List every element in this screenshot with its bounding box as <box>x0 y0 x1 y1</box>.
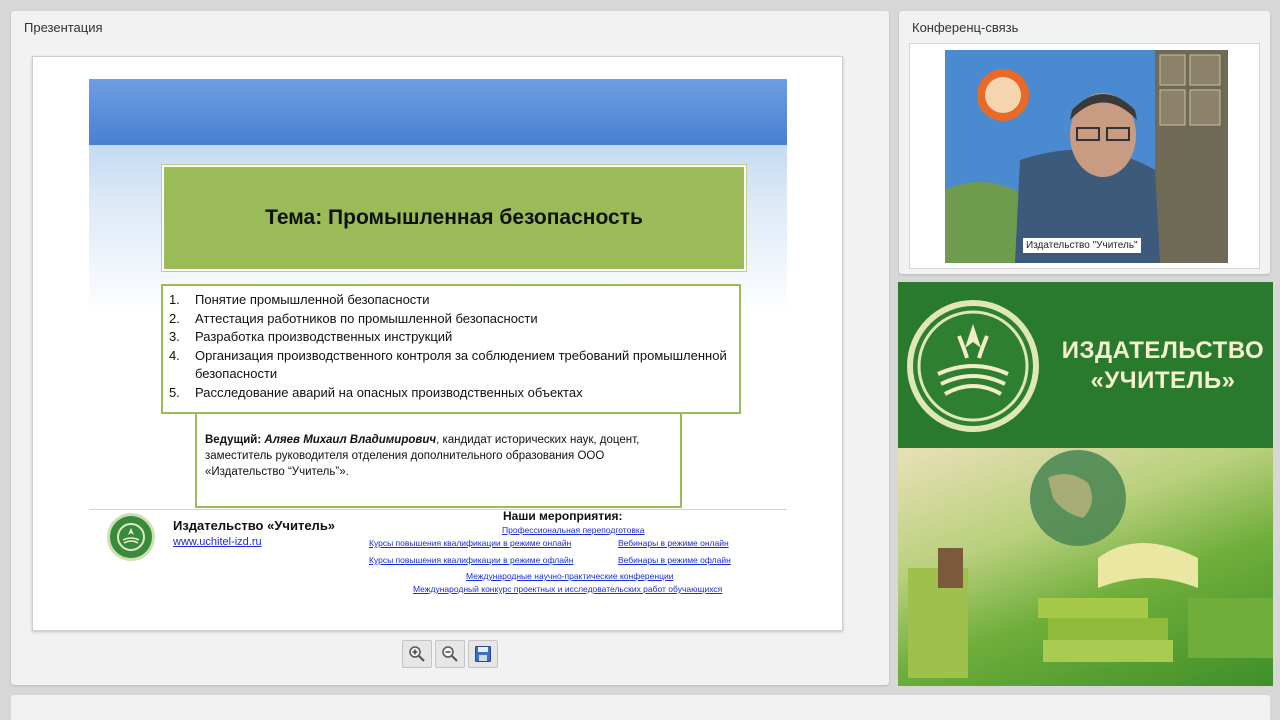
event-link-webinars-online[interactable]: Вебинары в режиме онлайн <box>618 538 729 548</box>
zoom-in-button[interactable] <box>402 640 432 668</box>
zoom-out-icon <box>442 646 458 662</box>
slide-topics-box: 1. Понятие промышленной безопасности 2. Ат… <box>161 284 741 414</box>
promo-header: ИЗДАТЕЛЬСТВО «УЧИТЕЛЬ» <box>898 282 1273 448</box>
zoom-in-icon <box>409 646 425 662</box>
presenter-video-image <box>945 50 1228 263</box>
presentation-slide: Тема: Промышленная безопасность 1. Поняти… <box>32 56 843 631</box>
promo-title: ИЗДАТЕЛЬСТВО «УЧИТЕЛЬ» <box>1061 337 1265 394</box>
topic-item: 5. Расследование аварий на опасных произв… <box>169 384 583 400</box>
topic-item: 1. Понятие промышленной безопасности <box>169 292 430 307</box>
promo-books-image <box>898 448 1273 686</box>
presentation-toolbar <box>402 640 498 668</box>
topic-item: 4. Организация производственного контроля… <box>169 347 727 382</box>
event-link-contest[interactable]: Международный конкурс проектных и исслед… <box>413 584 722 594</box>
event-link-prof-retraining[interactable]: Профессиональная переподготовка <box>502 525 644 535</box>
presentation-panel-title: Презентация <box>24 20 103 35</box>
host-name: Аляев Михаил Владимирович <box>264 434 437 446</box>
event-link-courses-offline[interactable]: Курсы повышения квалификации в режиме оф… <box>369 555 573 565</box>
video-feed[interactable]: Издательство "Учитель" <box>945 50 1228 263</box>
slide-footer-divider <box>89 509 787 510</box>
video-caption: Издательство "Учитель" <box>1023 238 1141 253</box>
slide-header-band <box>89 79 787 145</box>
event-link-courses-online[interactable]: Курсы повышения квалификации в режиме он… <box>369 538 571 548</box>
event-link-webinars-offline[interactable]: Вебинары в режиме офлайн <box>618 555 731 565</box>
presentation-panel: Презентация Тема: Промышленная безопасно… <box>11 11 889 685</box>
publisher-url-link[interactable]: www.uchitel-izd.ru <box>173 536 262 548</box>
events-title: Наши мероприятия: <box>503 509 623 523</box>
conference-panel: Конференц-связь Издательство "Учитель" <box>899 11 1270 274</box>
save-icon <box>475 646 491 662</box>
topics-list: 1. Понятие промышленной безопасности 2. Ат… <box>169 291 733 402</box>
slide-title-box: Тема: Промышленная безопасность <box>161 164 747 272</box>
publisher-logo-icon <box>107 513 155 561</box>
slide-host-box: Ведущий: Аляев Михаил Владимирович, канд… <box>195 414 682 508</box>
event-link-conferences[interactable]: Международные научно-практические конфер… <box>466 571 673 581</box>
slide-title: Тема: Промышленная безопасность <box>265 206 643 229</box>
topic-item: 2. Аттестация работников по промышленной … <box>169 310 538 326</box>
books-globe-illustration <box>908 450 1273 678</box>
topic-item: 3. Разработка производственных инструкций <box>169 329 453 344</box>
host-label: Ведущий: <box>205 434 262 446</box>
publisher-emblem-icon <box>907 300 1039 432</box>
bottom-panel <box>11 695 1270 720</box>
zoom-out-button[interactable] <box>435 640 465 668</box>
save-button[interactable] <box>468 640 498 668</box>
publisher-promo-banner: ИЗДАТЕЛЬСТВО «УЧИТЕЛЬ» <box>898 282 1273 686</box>
conference-panel-title: Конференц-связь <box>912 20 1019 35</box>
publisher-name: Издательство «Учитель» <box>173 518 336 533</box>
video-frame: Издательство "Учитель" <box>909 43 1260 269</box>
